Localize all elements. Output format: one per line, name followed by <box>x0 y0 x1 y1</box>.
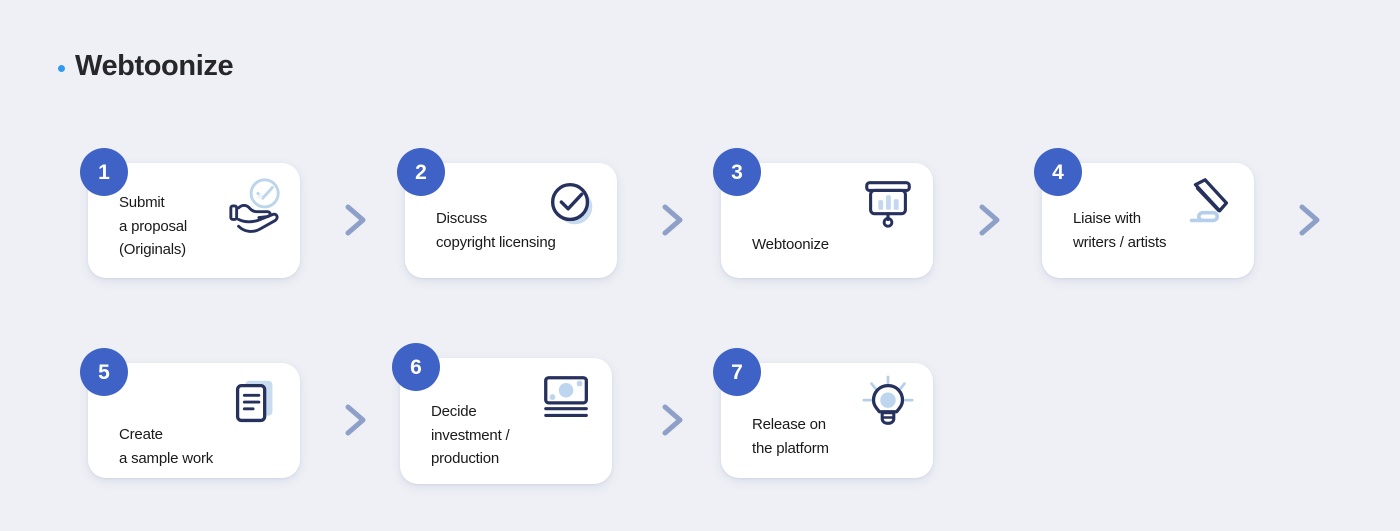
chevron-right-icon <box>972 198 1006 242</box>
step-number-badge: 5 <box>80 348 128 396</box>
step-number-badge: 2 <box>397 148 445 196</box>
flow-card-2-label: Discuss copyright licensing <box>436 210 556 251</box>
flow-card-3-inner: 3 Webtoonize <box>713 148 933 278</box>
flow-card-1-inner: 1 Submit a proposal (Originals) <box>80 148 300 278</box>
flow-card-3-label: Webtoonize <box>752 236 829 253</box>
presentation-chart-icon <box>859 175 917 233</box>
chevron-right-icon <box>655 198 689 242</box>
flow-card-7[interactable]: 7 Release on the platform <box>713 348 933 478</box>
banknote-icon <box>538 370 596 428</box>
flow-card-5[interactable]: 5 Create a sample work <box>80 348 300 478</box>
hand-check-icon <box>226 175 284 233</box>
flow-row-2: 5 Create a sample work 6 Decide investme… <box>0 340 1400 510</box>
flow-card-4[interactable]: 4 Liaise with writers / artists <box>1034 148 1254 278</box>
chevron-right-icon <box>1292 198 1326 242</box>
flow-card-6-inner: 6 Decide investment / production <box>392 343 612 484</box>
page-title-text: Webtoonize <box>75 50 234 82</box>
flow-card-6-label: Decide investment / production <box>431 403 510 468</box>
step-number-badge: 6 <box>392 343 440 391</box>
flow-card-1[interactable]: 1 Submit a proposal (Originals) <box>80 148 300 278</box>
flow-card-5-label: Create a sample work <box>119 426 214 467</box>
step-number-badge: 1 <box>80 148 128 196</box>
flow-card-2-inner: 2 Discuss copyright licensing <box>397 148 617 278</box>
pen-signature-icon <box>1180 175 1238 233</box>
flow-diagram-page: Webtoonize 1 Submit a proposal (Original… <box>0 0 1400 531</box>
document-icon <box>226 375 284 433</box>
dot-icon <box>58 65 65 72</box>
chevron-right-icon <box>655 398 689 442</box>
flow-card-4-inner: 4 Liaise with writers / artists <box>1034 148 1254 278</box>
step-number-badge: 3 <box>713 148 761 196</box>
flow-row-1: 1 Submit a proposal (Originals) 2 Discus… <box>0 140 1400 310</box>
step-number-badge: 4 <box>1034 148 1082 196</box>
flow-card-7-inner: 7 Release on the platform <box>713 348 933 478</box>
flow-card-1-label: Submit a proposal (Originals) <box>119 194 188 259</box>
flow-card-6[interactable]: 6 Decide investment / production <box>392 343 612 484</box>
flow-card-3[interactable]: 3 Webtoonize <box>713 148 933 278</box>
chevron-right-icon <box>338 198 372 242</box>
flow-card-2[interactable]: 2 Discuss copyright licensing <box>397 148 617 278</box>
chevron-right-icon <box>338 398 372 442</box>
flow-card-4-label: Liaise with writers / artists <box>1073 210 1167 251</box>
page-title: Webtoonize <box>58 50 234 82</box>
lightbulb-icon <box>859 375 917 433</box>
flow-card-5-inner: 5 Create a sample work <box>80 348 300 478</box>
flow-card-7-label: Release on the platform <box>752 416 829 457</box>
step-number-badge: 7 <box>713 348 761 396</box>
